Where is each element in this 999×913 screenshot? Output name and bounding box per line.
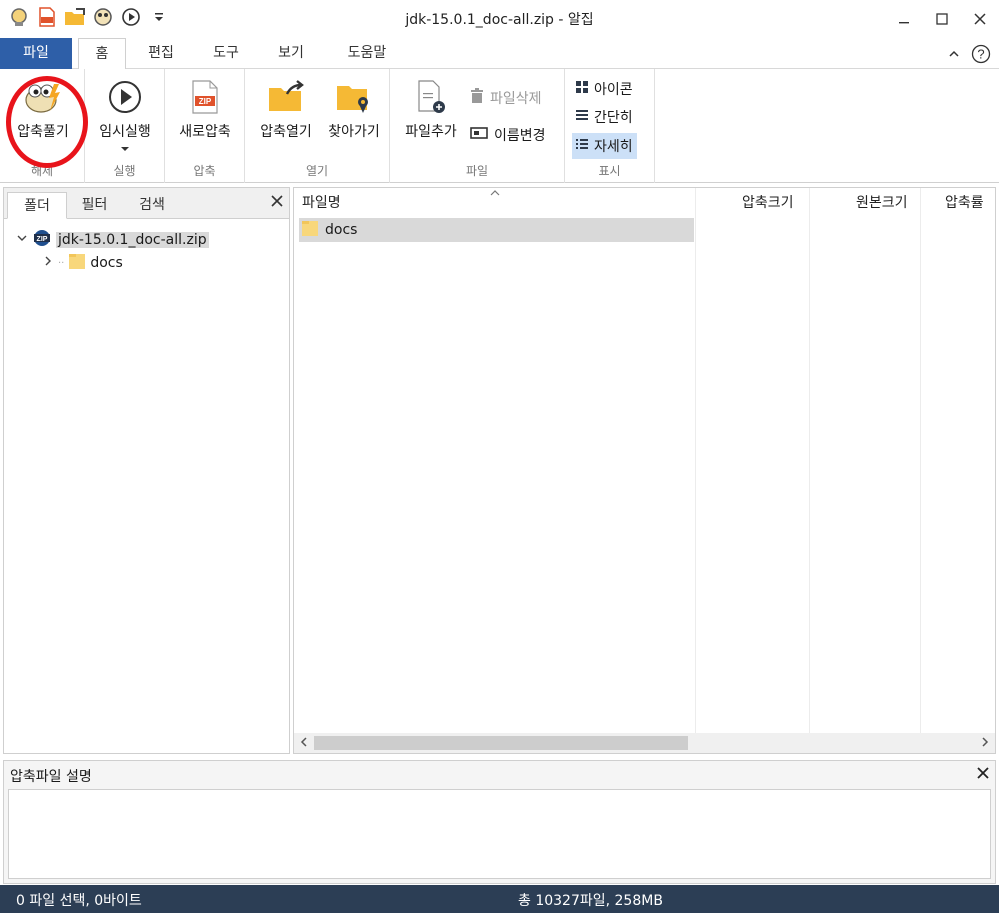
close-icon[interactable] xyxy=(961,0,999,38)
status-bar: 0 파일 선택, 0바이트 총 10327파일, 258MB xyxy=(0,885,999,913)
rename-icon xyxy=(470,127,488,143)
details-icon xyxy=(576,138,588,154)
expand-chevron-down-icon[interactable] xyxy=(16,232,28,248)
horizontal-scrollbar[interactable] xyxy=(294,733,995,753)
description-textarea[interactable] xyxy=(8,789,991,879)
tab-view[interactable]: 보기 xyxy=(268,38,314,69)
highlight-annotation-circle xyxy=(6,76,88,168)
folder-pane-tabs: 폴더 필터 검색 xyxy=(4,188,289,219)
group-view: 아이콘 간단히 자세히 표시 xyxy=(565,69,655,183)
temp-run-button[interactable]: 임시실행 xyxy=(90,77,160,156)
open-archive-icon xyxy=(266,77,306,117)
view-icons-button[interactable]: 아이콘 xyxy=(572,76,637,102)
svg-text:?: ? xyxy=(977,47,984,62)
expand-chevron-right-icon[interactable] xyxy=(42,255,54,271)
add-file-button[interactable]: 파일추가 xyxy=(398,77,464,141)
new-zip-label: 새로압축 xyxy=(179,124,231,140)
tab-folder[interactable]: 폴더 xyxy=(7,192,67,219)
close-pane-icon[interactable] xyxy=(271,192,283,211)
rename-label: 이름변경 xyxy=(494,128,546,144)
tab-filter[interactable]: 필터 xyxy=(67,192,122,219)
group-label-view: 표시 xyxy=(598,164,621,178)
tab-tools[interactable]: 도구 xyxy=(203,38,249,69)
view-icons-label: 아이콘 xyxy=(594,82,633,98)
delete-file-label: 파일삭제 xyxy=(490,91,542,107)
tab-edit[interactable]: 편집 xyxy=(138,38,184,69)
list-icon xyxy=(576,109,588,125)
zip-archive-icon: ZIP xyxy=(32,229,52,251)
view-simple-label: 간단히 xyxy=(594,110,633,126)
description-title: 압축파일 설명 xyxy=(10,769,92,785)
group-label-open: 열기 xyxy=(305,164,329,178)
find-label: 찾아가기 xyxy=(328,124,380,140)
folder-icon xyxy=(68,252,86,274)
status-selection: 0 파일 선택, 0바이트 xyxy=(16,893,142,909)
folder-location-icon xyxy=(334,77,374,117)
tree-docs-label: docs xyxy=(90,255,123,271)
group-label-file: 파일 xyxy=(465,164,489,178)
scroll-left-icon[interactable] xyxy=(294,733,314,753)
find-button[interactable]: 찾아가기 xyxy=(321,77,387,141)
tab-search[interactable]: 검색 xyxy=(122,192,182,219)
svg-text:ZIP: ZIP xyxy=(199,97,212,106)
ribbon-tabs: 파일 홈 편집 도구 보기 도움말 ? xyxy=(0,38,999,70)
trash-icon xyxy=(470,88,484,108)
tab-file[interactable]: 파일 xyxy=(0,38,72,69)
delete-file-button[interactable]: 파일삭제 xyxy=(470,85,542,111)
view-simple-button[interactable]: 간단히 xyxy=(572,104,637,130)
rename-button[interactable]: 이름변경 xyxy=(470,122,546,148)
column-header-compressed-size[interactable]: 압축크기 xyxy=(742,188,794,218)
file-row-name: docs xyxy=(325,222,358,238)
group-compress: ZIP 새로압축 압축 xyxy=(165,69,245,183)
archive-description-pane: 압축파일 설명 xyxy=(3,760,996,884)
tree-item-root[interactable]: ZIP jdk-15.0.1_doc-all.zip xyxy=(16,229,209,251)
close-description-icon[interactable] xyxy=(977,764,989,783)
tree-dots: ·· xyxy=(58,257,65,269)
group-open: 압축열기 찾아가기 열기 xyxy=(245,69,390,183)
column-divider xyxy=(695,188,696,733)
maximize-icon[interactable] xyxy=(923,0,961,38)
add-file-icon xyxy=(411,77,451,117)
group-run: 임시실행 실행 xyxy=(85,69,165,183)
view-details-label: 자세히 xyxy=(594,139,633,155)
window-title: jdk-15.0.1_doc-all.zip - 알집 xyxy=(405,12,594,28)
file-row[interactable]: docs xyxy=(299,218,694,242)
column-header-ratio[interactable]: 압축률 xyxy=(945,188,984,218)
folder-pane: 폴더 필터 검색 ZIP jdk-15.0.1_doc-all.zip ·· d… xyxy=(3,187,290,754)
group-label-run: 실행 xyxy=(113,164,136,178)
column-header-original-size[interactable]: 원본크기 xyxy=(856,188,908,218)
new-zip-button[interactable]: ZIP 새로압축 xyxy=(171,77,239,141)
help-icon[interactable]: ? xyxy=(971,44,991,68)
group-file: 파일추가 파일삭제 이름변경 파일 xyxy=(390,69,565,183)
scrollbar-thumb[interactable] xyxy=(314,736,688,750)
view-details-button[interactable]: 자세히 xyxy=(572,133,637,159)
zip-file-icon: ZIP xyxy=(185,77,225,117)
open-archive-button[interactable]: 압축열기 xyxy=(251,77,321,141)
collapse-ribbon-icon[interactable] xyxy=(947,47,961,65)
tab-help[interactable]: 도움말 xyxy=(335,38,399,69)
column-divider xyxy=(809,188,810,733)
file-list-pane: 파일명 압축크기 원본크기 압축률 docs xyxy=(293,187,996,754)
grid-icon xyxy=(576,81,588,97)
title-bar: jdk-15.0.1_doc-all.zip - 알집 xyxy=(0,0,999,38)
svg-text:ZIP: ZIP xyxy=(37,236,48,243)
folder-icon xyxy=(301,219,319,241)
sort-chevron-up-icon xyxy=(489,186,501,201)
play-icon xyxy=(105,77,145,117)
ribbon: 압축풀기 해제 임시실행 실행 ZIP 새로압축 압축 압축열기 찾아가기 열기… xyxy=(0,69,999,183)
tab-home[interactable]: 홈 xyxy=(78,38,126,70)
group-label-compress: 압축 xyxy=(193,164,216,178)
tree-root-label: jdk-15.0.1_doc-all.zip xyxy=(56,232,209,248)
add-file-label: 파일추가 xyxy=(405,124,457,140)
status-total: 총 10327파일, 258MB xyxy=(518,893,663,909)
column-divider xyxy=(920,188,921,733)
dropdown-arrow-icon xyxy=(90,141,160,156)
scroll-right-icon[interactable] xyxy=(975,733,995,753)
temp-run-label: 임시실행 xyxy=(99,124,151,140)
tree-item-docs[interactable]: ·· docs xyxy=(42,252,123,274)
open-archive-label: 압축열기 xyxy=(260,124,312,140)
minimize-icon[interactable] xyxy=(885,0,923,38)
column-header-name[interactable]: 파일명 xyxy=(302,188,341,218)
